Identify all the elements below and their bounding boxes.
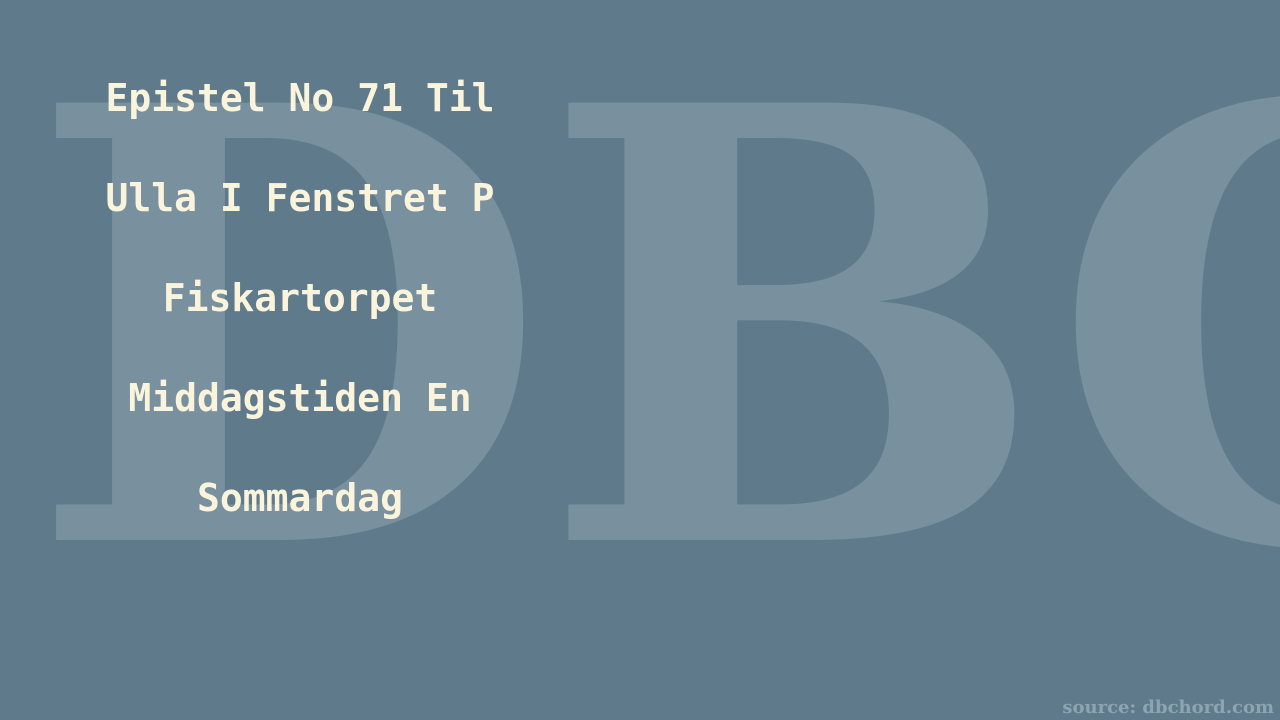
- title-line-1: Epistel No 71 Til: [105, 76, 495, 120]
- source-credit: source: dbchord.com: [1062, 697, 1274, 718]
- title-line-5: Sommardag: [197, 476, 403, 520]
- title-line-2: Ulla I Fenstret P: [105, 176, 495, 220]
- title-line-3: Fiskartorpet: [162, 276, 438, 320]
- song-title: Epistel No 71 Til Ulla I Fenstret P Fisk…: [0, 64, 600, 564]
- title-line-4: Middagstiden En: [128, 376, 472, 420]
